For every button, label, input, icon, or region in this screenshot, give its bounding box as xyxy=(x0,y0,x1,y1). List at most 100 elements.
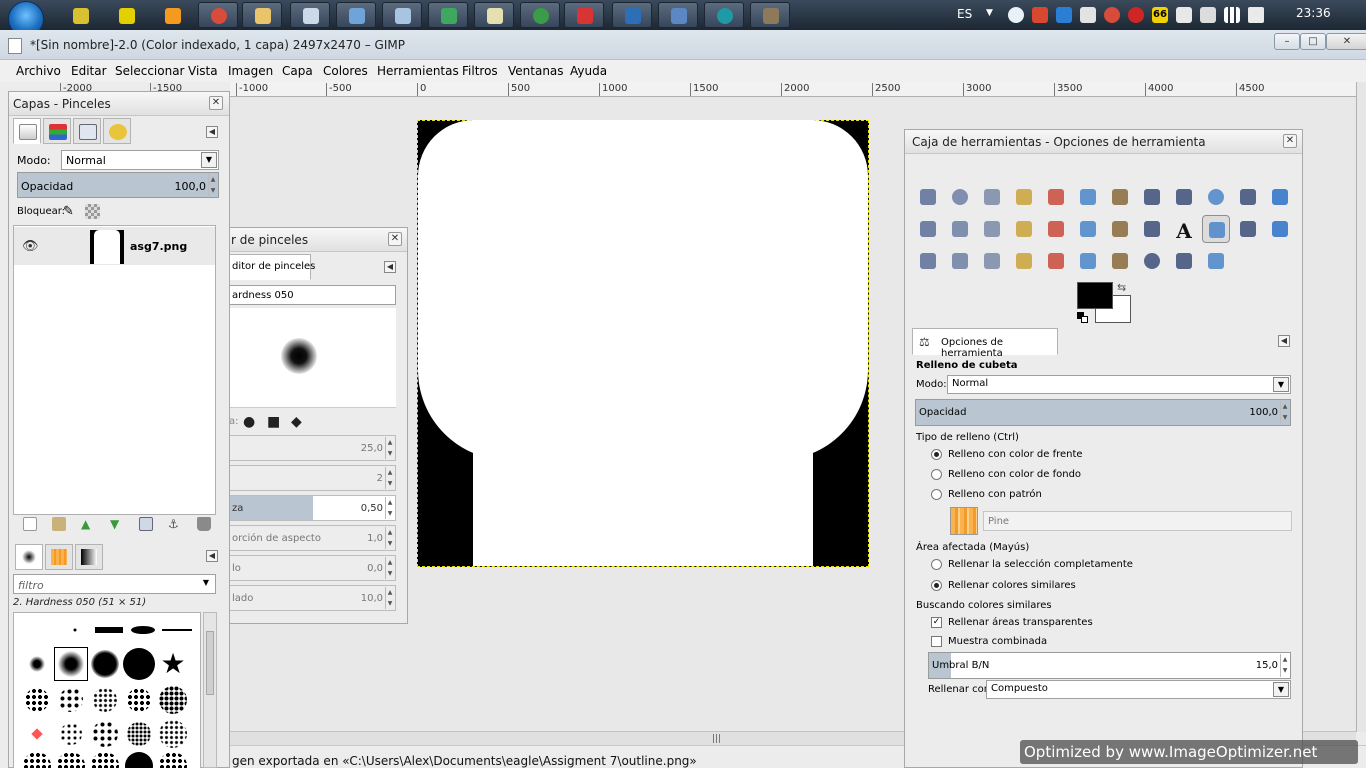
maximize-button[interactable]: □ xyxy=(1300,33,1326,50)
anchor-layer-icon[interactable]: ⚓ xyxy=(168,517,182,531)
fill-selection-label[interactable]: Rellenar la selección completamente xyxy=(948,559,1133,570)
chevron-down-icon[interactable]: ▼ xyxy=(1273,377,1289,392)
brush-hardness-slider[interactable]: za 0,50 ▲ ▼ xyxy=(229,495,396,521)
toolbox-close-icon[interactable]: ✕ xyxy=(1283,134,1297,148)
circle-shape-icon[interactable]: ● xyxy=(243,414,255,430)
tray-signal-icon[interactable] xyxy=(1224,7,1240,23)
brush-spikes-slider[interactable]: 2 ▲ ▼ xyxy=(229,465,396,491)
select-by-color-tool-button[interactable] xyxy=(1042,183,1070,211)
menu-seleccionar[interactable]: Seleccionar xyxy=(115,64,184,78)
layers-close-icon[interactable]: ✕ xyxy=(209,96,223,110)
brush-item[interactable] xyxy=(160,613,194,647)
sample-merged-label[interactable]: Muestra combinada xyxy=(948,636,1047,647)
tray-device-icon[interactable] xyxy=(1200,7,1216,23)
raise-layer-icon[interactable]: ▲ xyxy=(81,517,95,531)
tray-badge-icon[interactable]: 66 xyxy=(1152,7,1168,23)
tool-options-menu-icon[interactable]: ◀ xyxy=(1278,335,1290,347)
perspective-clone-tool-button[interactable] xyxy=(1106,247,1134,275)
fill-transparent-label[interactable]: Rellenar áreas transparentes xyxy=(948,617,1093,628)
brush-angle-slider[interactable]: lo 0,0 ▲ ▼ xyxy=(229,555,396,581)
smudge-tool-button[interactable] xyxy=(1170,247,1198,275)
fill-pattern-label[interactable]: Relleno con patrón xyxy=(948,489,1042,500)
layer-row[interactable]: 👁 asg7.png xyxy=(14,227,215,265)
spin-icon[interactable]: ▲ ▼ xyxy=(1280,401,1289,424)
tab-patterns[interactable] xyxy=(45,544,73,570)
delete-layer-icon[interactable] xyxy=(197,517,211,531)
taskbar-app-arduino[interactable] xyxy=(704,2,744,28)
brush-item[interactable] xyxy=(122,683,156,717)
brush-item[interactable] xyxy=(156,749,190,768)
layers-menu-icon[interactable]: ◀ xyxy=(206,126,218,138)
tab-undo[interactable] xyxy=(103,118,131,144)
chevron-down-icon[interactable]: ▼ xyxy=(198,576,214,592)
foreground-color-front[interactable] xyxy=(1077,282,1113,309)
toolbox-titlebar[interactable]: Caja de herramientas - Opciones de herra… xyxy=(905,130,1302,154)
brush-spacing-slider[interactable]: lado 10,0 ▲ ▼ xyxy=(229,585,396,611)
chevron-down-icon[interactable]: ▼ xyxy=(201,152,217,168)
layer-list[interactable]: 👁 asg7.png xyxy=(13,225,216,515)
move-tool-button[interactable] xyxy=(1266,183,1294,211)
taskbar-app-11[interactable] xyxy=(658,2,698,28)
brush-item[interactable] xyxy=(54,683,88,717)
tray-dropbox-icon[interactable] xyxy=(1056,7,1072,23)
taskbar-app-9[interactable] xyxy=(564,2,604,28)
paths-tool-button[interactable] xyxy=(1138,183,1166,211)
brush-item[interactable] xyxy=(54,749,88,768)
lock-pixels-icon[interactable]: ✎ xyxy=(63,204,74,219)
layer-name[interactable]: asg7.png xyxy=(130,240,187,253)
taskbar-app-3[interactable] xyxy=(152,2,192,28)
brush-item[interactable] xyxy=(122,717,156,751)
pencil-tool-button[interactable] xyxy=(1266,215,1294,243)
brush-item[interactable] xyxy=(92,613,126,647)
fill-similar-radio[interactable] xyxy=(931,580,942,591)
fill-with-select[interactable]: Compuesto ▼ xyxy=(986,680,1291,699)
pattern-name-field[interactable]: Pine xyxy=(983,511,1292,531)
swap-colors-icon[interactable]: ⇆ xyxy=(1117,281,1126,294)
menu-archivo[interactable]: Archivo xyxy=(16,64,61,78)
reset-colors-icon[interactable] xyxy=(1077,312,1089,324)
taskbar-app-6[interactable] xyxy=(382,2,422,28)
fill-mode-select[interactable]: Normal ▼ xyxy=(947,375,1291,394)
brush-item[interactable] xyxy=(156,683,190,717)
brush-item[interactable] xyxy=(20,683,54,717)
tab-tool-options[interactable]: ⚖ Opciones de herramienta xyxy=(912,328,1058,359)
vertical-scrollbar[interactable] xyxy=(1356,82,1366,732)
tray-sync-icon[interactable] xyxy=(1080,7,1096,23)
spin-icon[interactable]: ▲ ▼ xyxy=(385,467,394,489)
paintbrush-tool-button[interactable] xyxy=(914,247,942,275)
layer-opacity-slider[interactable]: Opacidad 100,0 ▲ ▼ xyxy=(17,172,219,198)
minimize-button[interactable]: – xyxy=(1274,33,1300,50)
color-picker-tool-button[interactable] xyxy=(1170,183,1198,211)
brush-editor-titlebar[interactable]: r de pinceles ✕ xyxy=(223,228,407,252)
taskbar-app-explorer[interactable] xyxy=(242,2,282,28)
tab-brush-editor[interactable]: ditor de pinceles xyxy=(229,254,315,280)
brush-name-input[interactable]: ardness 050 xyxy=(229,285,396,305)
close-button[interactable]: ✕ xyxy=(1326,33,1366,50)
spin-icon[interactable]: ▲ ▼ xyxy=(385,587,394,609)
menu-filtros[interactable]: Filtros xyxy=(462,64,498,78)
brush-radius-slider[interactable]: 25,0 ▲ ▼ xyxy=(229,435,396,461)
brush-item[interactable] xyxy=(20,647,54,681)
square-shape-icon[interactable]: ■ xyxy=(267,414,280,430)
layers-titlebar[interactable]: Capas - Pinceles ✕ xyxy=(9,92,229,116)
menu-ayuda[interactable]: Ayuda xyxy=(570,64,607,78)
fill-fg-label[interactable]: Relleno con color de frente xyxy=(948,449,1083,460)
spin-icon[interactable]: ▲ ▼ xyxy=(208,174,217,196)
brush-item-selected[interactable] xyxy=(54,647,88,681)
brush-item[interactable] xyxy=(156,717,190,751)
taskbar-app-4[interactable] xyxy=(290,2,330,28)
menu-imagen[interactable]: Imagen xyxy=(228,64,273,78)
scissors-select-tool-button[interactable] xyxy=(1074,183,1102,211)
taskbar-app-10[interactable] xyxy=(612,2,652,28)
tab-paths[interactable] xyxy=(73,118,101,144)
horizontal-ruler[interactable]: -2000 -1500 -1000 -500 0 500 1000 1500 2… xyxy=(60,82,1356,97)
brush-editor-close-icon[interactable]: ✕ xyxy=(388,232,402,246)
fill-pattern-radio[interactable] xyxy=(931,489,942,500)
bucket-fill-tool-button[interactable] xyxy=(1202,215,1230,243)
blend-tool-button[interactable] xyxy=(1234,215,1262,243)
lock-alpha-icon[interactable] xyxy=(85,204,100,219)
crop-tool-button[interactable] xyxy=(946,215,974,243)
dodge-burn-tool-button[interactable] xyxy=(1202,247,1230,275)
menu-colores[interactable]: Colores xyxy=(323,64,368,78)
flip-tool-button[interactable] xyxy=(1106,215,1134,243)
